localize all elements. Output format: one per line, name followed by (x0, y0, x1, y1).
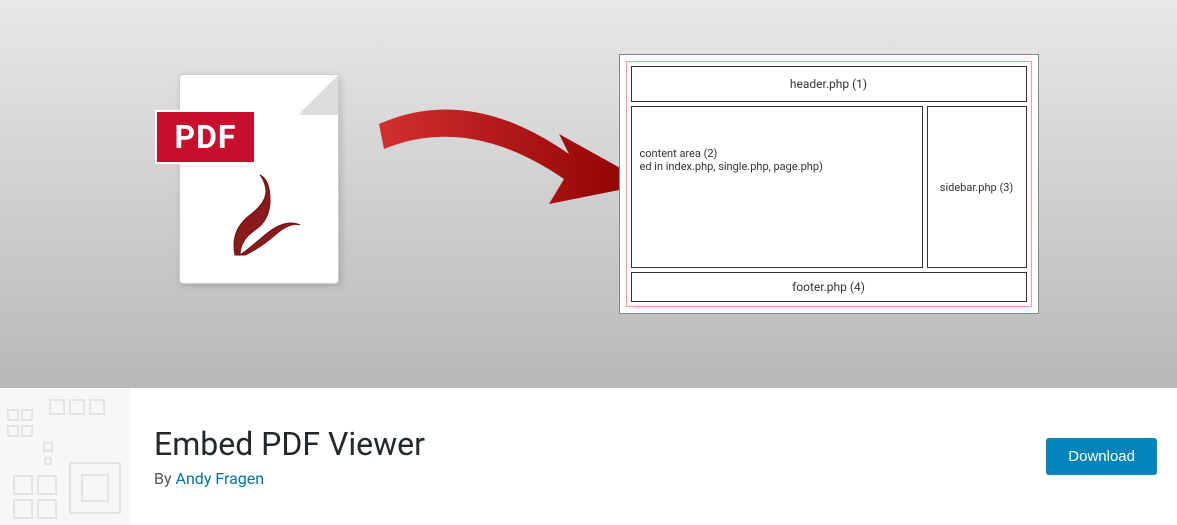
plugin-thumbnail-pattern (0, 388, 130, 525)
pdf-badge: PDF (155, 110, 257, 164)
diagram-header-box: header.php (1) (631, 66, 1027, 102)
plugin-title: Embed PDF Viewer (154, 425, 1046, 463)
plugin-author-line: By Andy Fragen (154, 469, 1046, 488)
plugin-banner: PDF header.php (1) content area (2 (0, 0, 1177, 388)
plugin-thumbnail (0, 388, 130, 525)
diagram-content-box: content area (2) ed in index.php, single… (631, 106, 923, 268)
plugin-info-bar: Embed PDF Viewer By Andy Fragen Download (0, 388, 1177, 525)
adobe-swoosh-icon (215, 170, 315, 270)
diagram-middle-row: content area (2) ed in index.php, single… (631, 106, 1027, 268)
diagram-content-line1: content area (2) (640, 147, 914, 160)
template-diagram: header.php (1) content area (2) ed in in… (619, 54, 1039, 314)
diagram-content-line2: ed in index.php, single.php, page.php) (640, 160, 914, 173)
diagram-sidebar-box: sidebar.php (3) (927, 106, 1027, 268)
pdf-file-icon: PDF (179, 74, 359, 304)
download-button[interactable]: Download (1046, 438, 1157, 475)
pdf-page-graphic: PDF (179, 74, 339, 284)
plugin-info-text: Embed PDF Viewer By Andy Fragen (130, 425, 1046, 488)
diagram-inner: header.php (1) content area (2) ed in in… (626, 61, 1032, 307)
author-link[interactable]: Andy Fragen (176, 469, 265, 488)
by-prefix: By (154, 469, 176, 488)
diagram-footer-box: footer.php (4) (631, 272, 1027, 302)
banner-content: PDF header.php (1) content area (2 (139, 54, 1039, 334)
